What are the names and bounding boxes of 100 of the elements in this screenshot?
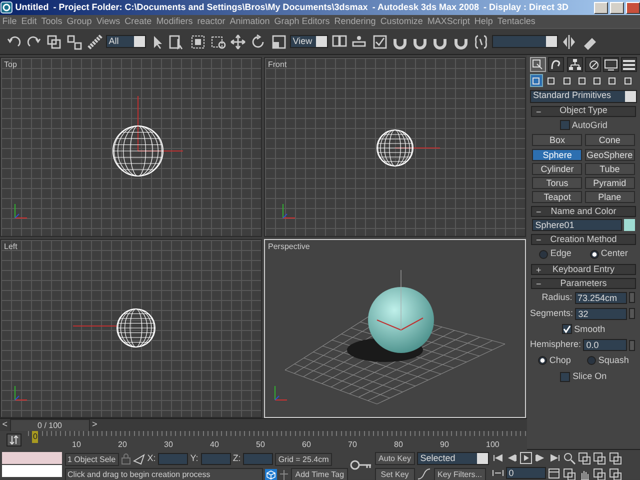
menu-item[interactable]: Graph Editors <box>274 14 330 28</box>
restore-button[interactable] <box>610 2 624 14</box>
rollout-toggle[interactable]: − <box>536 206 542 220</box>
smooth-checkbox[interactable] <box>562 324 572 334</box>
cube-icon[interactable] <box>264 468 277 480</box>
primitive-button[interactable]: Box <box>532 134 582 146</box>
menu-item[interactable]: MAXScript <box>427 14 470 28</box>
auto-key-button[interactable]: Auto Key <box>374 452 415 466</box>
menu-item[interactable]: Tools <box>41 14 62 28</box>
hierarchy-tab-icon[interactable] <box>566 57 582 72</box>
next-frame-icon[interactable] <box>534 452 546 464</box>
primitive-button[interactable]: Sphere <box>532 148 582 160</box>
close-button[interactable] <box>626 2 640 14</box>
modify-tab-icon[interactable] <box>548 57 564 72</box>
minimize-button[interactable] <box>594 2 608 14</box>
coordinate-field[interactable] <box>200 453 231 465</box>
menu-item[interactable]: File <box>2 14 17 28</box>
previous-frame-icon[interactable] <box>506 452 518 464</box>
rollout-toggle[interactable]: + <box>536 264 542 278</box>
snap-toggle-icon[interactable] <box>370 32 388 50</box>
toggle-track-icon[interactable] <box>6 433 22 447</box>
time-marker[interactable]: 0 <box>32 431 38 443</box>
key-icon[interactable] <box>350 458 372 472</box>
viewport-label[interactable]: Top <box>4 59 17 71</box>
radio-button[interactable] <box>587 356 596 366</box>
viewport-label[interactable]: Left <box>4 241 18 253</box>
link-icon[interactable] <box>45 32 63 50</box>
rollout-header[interactable]: − Name and Color <box>531 206 636 218</box>
move-icon[interactable] <box>229 32 247 50</box>
spinner-field[interactable]: 32 <box>575 308 627 320</box>
menu-item[interactable]: Create <box>124 14 152 28</box>
viewport[interactable]: Front <box>264 57 526 237</box>
menu-item[interactable]: Customize <box>380 14 423 28</box>
menu-item[interactable]: Group <box>66 14 92 28</box>
menu-item[interactable]: Tentacles <box>497 14 536 28</box>
primitive-button[interactable]: Cylinder <box>532 162 582 175</box>
rollout-header[interactable]: − Object Type <box>531 106 636 116</box>
set-key-button[interactable]: Set Key <box>374 468 415 480</box>
rollout-header[interactable]: − Creation Method <box>531 234 636 246</box>
viewport-label[interactable]: Front <box>268 59 287 71</box>
primitive-button[interactable]: Pyramid <box>584 177 635 189</box>
bind-icon[interactable] <box>86 32 104 50</box>
primitive-button[interactable]: Teapot <box>532 191 582 204</box>
menu-item[interactable]: Rendering <box>334 14 376 28</box>
primitive-button[interactable]: Cone <box>584 134 635 146</box>
color-swatch[interactable] <box>624 219 635 232</box>
menu-item[interactable]: Edit <box>21 14 37 28</box>
menu-item[interactable]: Modifiers <box>156 14 193 28</box>
zoom-icon[interactable] <box>562 452 576 466</box>
rollout-header[interactable]: − Parameters <box>531 278 636 289</box>
menu-item[interactable]: reactor <box>197 14 226 28</box>
slice-checkbox[interactable] <box>560 372 570 382</box>
primitive-button[interactable]: GeoSphere <box>584 148 635 160</box>
menu-item[interactable]: Animation <box>230 14 270 28</box>
create-tab-icon[interactable] <box>530 57 546 72</box>
go-to-end-icon[interactable] <box>548 452 560 464</box>
reference-coordinate-dropdown[interactable]: View <box>290 35 328 48</box>
rollout-toggle[interactable]: − <box>536 106 542 119</box>
key-filters-button[interactable]: Key Filters... <box>434 468 486 480</box>
go-to-start-icon[interactable] <box>492 452 504 464</box>
motion-tab-icon[interactable] <box>584 57 601 72</box>
play-icon[interactable] <box>520 452 532 464</box>
viewport[interactable]: Perspective <box>264 239 526 418</box>
rollout-header[interactable]: + Keyboard Entry <box>531 264 636 275</box>
unlink-icon[interactable] <box>65 32 84 50</box>
next-frame-button[interactable]: > <box>90 418 100 432</box>
spinner-field[interactable]: 0.0 <box>583 339 628 351</box>
previous-frame-button[interactable]: < <box>0 418 10 432</box>
selection-filter-dropdown[interactable]: All <box>106 35 146 48</box>
key-mode-dropdown[interactable]: Selected <box>417 452 490 466</box>
geometry-icon[interactable] <box>530 74 543 88</box>
rollout-toggle[interactable]: − <box>536 278 542 292</box>
viewport[interactable]: Left <box>0 239 262 418</box>
maxscript-listener-field[interactable] <box>2 465 62 478</box>
radio-button[interactable] <box>539 250 548 258</box>
viewport[interactable]: Top <box>0 57 262 237</box>
named-selection-field[interactable] <box>492 35 558 48</box>
absolute-mode-icon[interactable] <box>133 453 146 465</box>
display-tab-icon[interactable] <box>603 57 619 72</box>
add-time-tag-button[interactable]: Add Time Tag <box>291 468 348 480</box>
menu-item[interactable]: Views <box>96 14 120 28</box>
primitive-button[interactable]: Tube <box>584 162 635 175</box>
viewport-label[interactable]: Perspective <box>268 241 310 253</box>
current-frame-field[interactable]: 0 <box>506 466 546 478</box>
primitive-button[interactable]: Plane <box>584 191 635 204</box>
object-name-field[interactable]: Sphere01 <box>532 219 622 232</box>
autogrid-checkbox[interactable] <box>560 120 570 130</box>
maxscript-listener-field[interactable] <box>2 452 62 464</box>
menu-item[interactable]: Help <box>474 14 493 28</box>
object-class-dropdown[interactable]: Standard Primitives <box>530 90 637 102</box>
primitive-button[interactable]: Torus <box>532 177 582 189</box>
coordinate-field[interactable] <box>158 453 188 465</box>
coordinate-field[interactable] <box>243 453 274 465</box>
time-slider-handle[interactable]: 0 / 100 <box>10 418 90 432</box>
scale-icon[interactable] <box>270 32 288 50</box>
radio-button[interactable] <box>538 356 548 366</box>
utilities-tab-icon[interactable] <box>621 57 638 72</box>
radio-button[interactable] <box>590 250 599 258</box>
rectangle-selection-icon[interactable] <box>188 32 206 50</box>
rollout-toggle[interactable]: − <box>536 234 542 248</box>
